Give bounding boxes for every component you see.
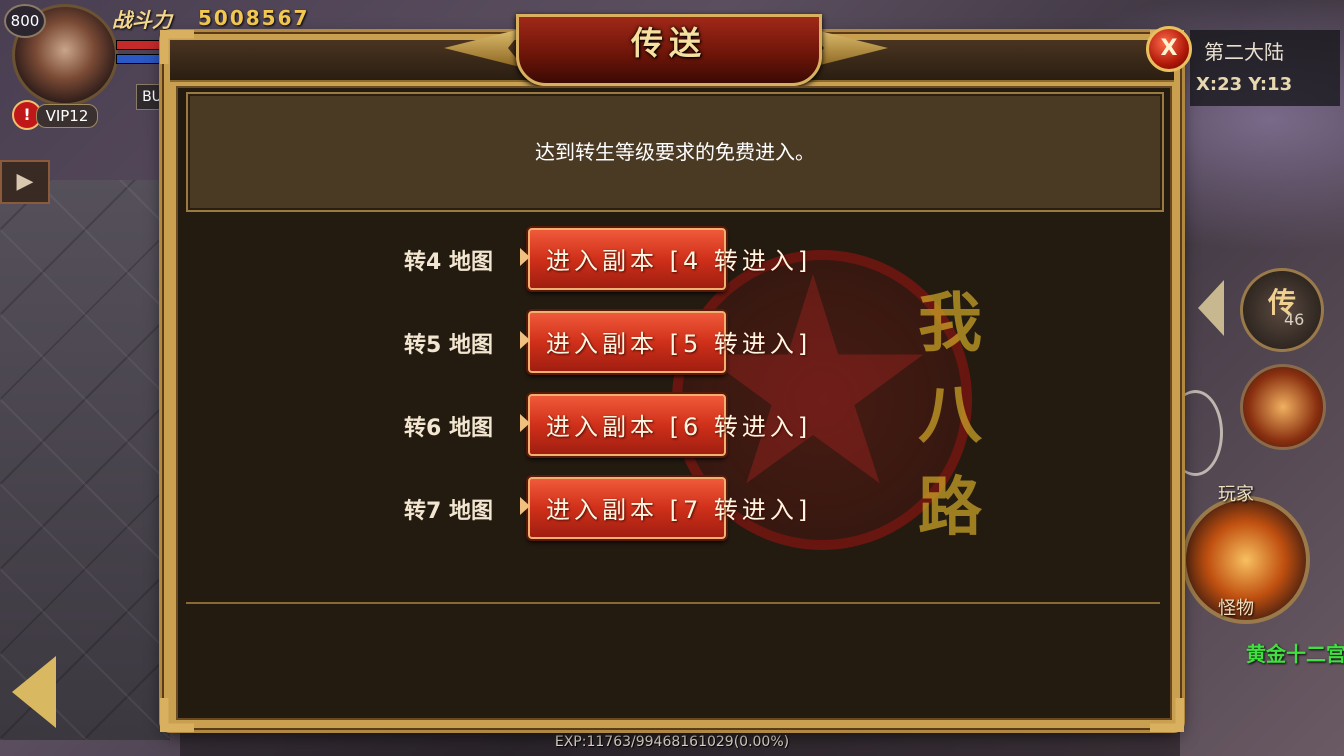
skill-button[interactable] [1240, 364, 1326, 450]
arrow-right-icon [520, 248, 530, 266]
enter-dungeon-button[interactable] [528, 477, 726, 539]
map-row-label: 转7 地图 [404, 499, 493, 524]
map-name: 第二大陆 [1204, 40, 1284, 64]
player-level-badge: 800 [4, 4, 46, 38]
target-monster-label[interactable]: 怪物 [1218, 594, 1254, 620]
event-banner[interactable]: 黄金十二宫 [1246, 638, 1344, 667]
notice-text: 达到转生等级要求的免费进入。 [535, 140, 815, 164]
combat-power-label: 战斗力 [112, 8, 172, 32]
map-row: 转5 地图 进入副本 [5 转进入] [178, 311, 1170, 373]
map-row: 转7 地图 进入副本 [7 转进入] [178, 477, 1170, 539]
dialog-body: 达到转生等级要求的免费进入。 我八路 转4 地图 进入副本 [4 转进入] 转5… [176, 86, 1172, 720]
exp-readout: EXP:11763/99468161029(0.00%) [554, 734, 790, 750]
enter-dungeon-button[interactable] [528, 394, 726, 456]
play-icon[interactable]: ▶ [0, 160, 50, 204]
map-row: 转6 地图 进入副本 [6 转进入] [178, 394, 1170, 456]
map-row-label: 转6 地图 [404, 416, 493, 441]
vip-badge[interactable]: VIP12 [36, 104, 98, 128]
arrow-right-icon [520, 497, 530, 515]
dialog-title: 传送 [630, 24, 707, 62]
close-button[interactable]: X [1146, 26, 1192, 72]
combat-power-value: 5008567 [198, 6, 310, 30]
target-player-label[interactable]: 玩家 [1218, 480, 1254, 506]
title-plate: 传送 [516, 14, 822, 86]
enter-dungeon-button[interactable] [528, 311, 726, 373]
map-row-label: 转5 地图 [404, 333, 493, 358]
teleport-skill-button[interactable]: 传 [1240, 268, 1324, 352]
map-row: 转4 地图 进入副本 [4 转进入] [178, 228, 1170, 290]
collapse-arrow-icon[interactable] [1198, 280, 1224, 336]
enter-dungeon-button[interactable] [528, 228, 726, 290]
back-arrow-icon[interactable] [12, 656, 56, 728]
arrow-right-icon [520, 414, 530, 432]
panel-divider [186, 602, 1160, 604]
arrow-right-icon [520, 331, 530, 349]
map-coordinates: X:23 Y:13 [1196, 74, 1293, 95]
teleport-count: 46 [1284, 310, 1305, 329]
map-row-label: 转4 地图 [404, 250, 493, 275]
teleport-dialog: 传送 X 达到转生等级要求的免费进入。 我八路 转4 地图 进入副本 [4 转进… [160, 14, 1192, 728]
notice-box: 达到转生等级要求的免费进入。 [186, 92, 1164, 212]
